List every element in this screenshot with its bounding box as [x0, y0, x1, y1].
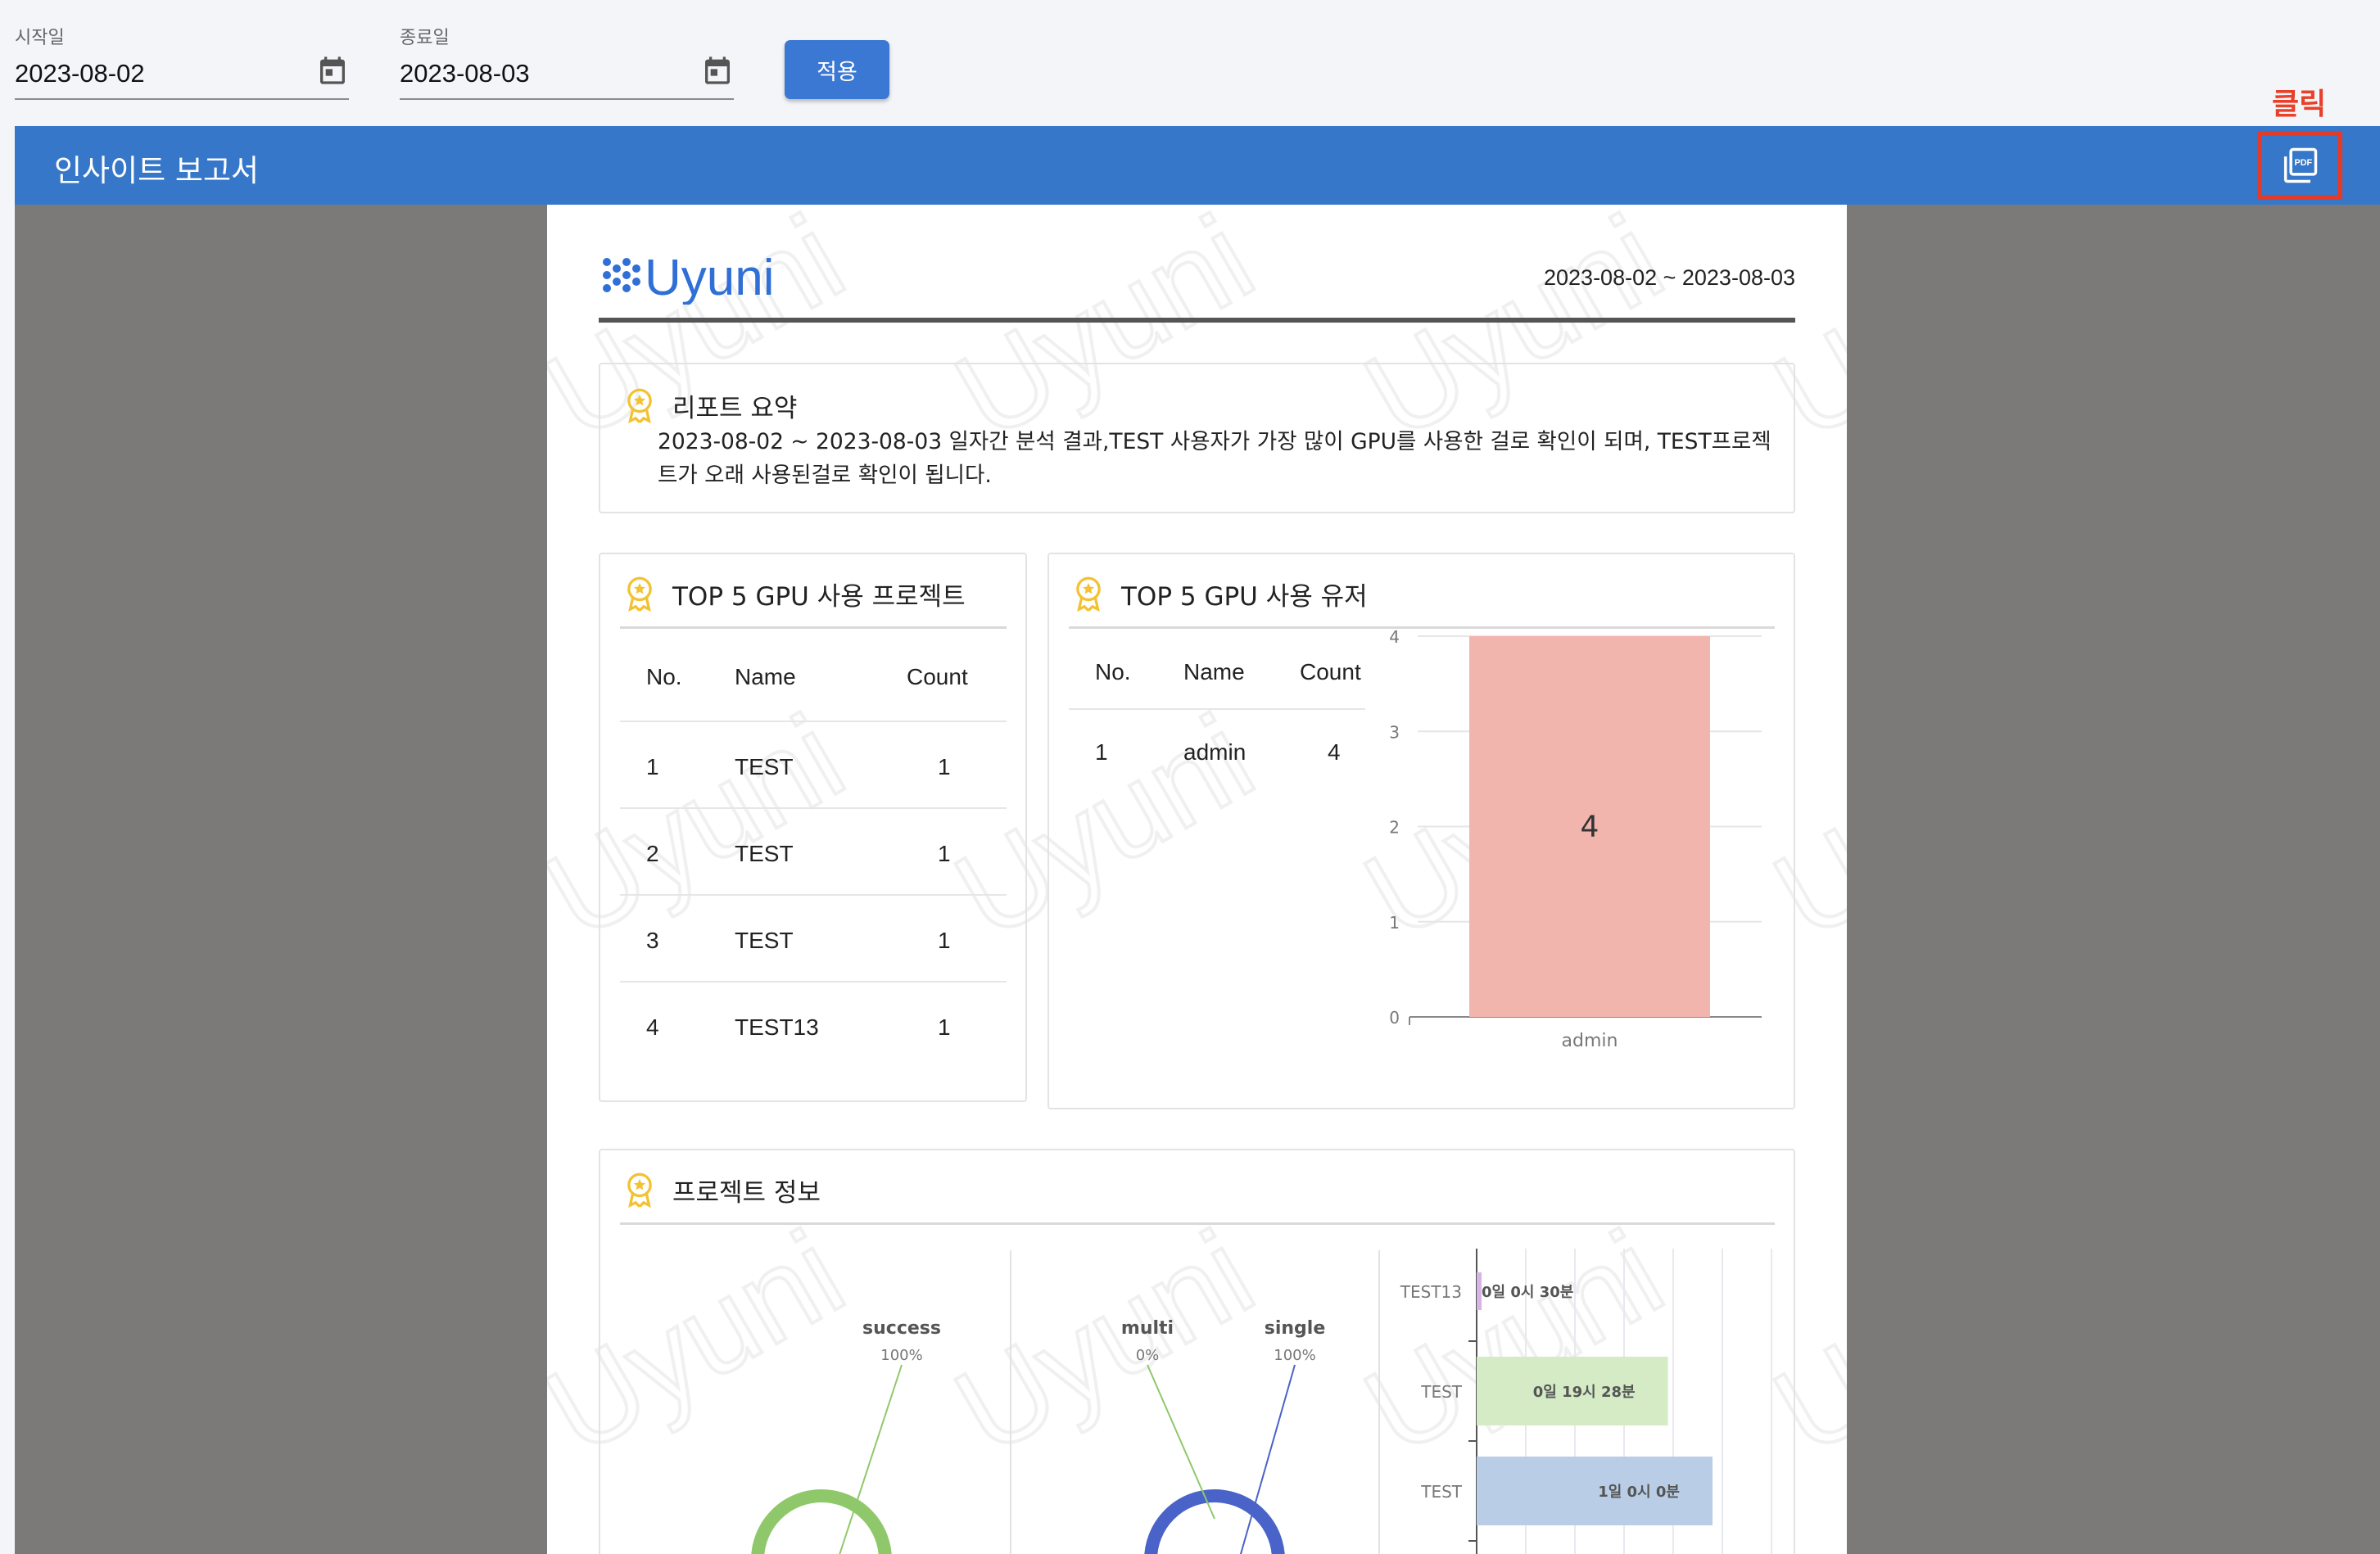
column-header-count: Count — [907, 664, 968, 689]
calendar-icon[interactable] — [701, 54, 734, 87]
uyuni-logo: Uyuni — [599, 247, 795, 309]
slice-success — [751, 1489, 892, 1554]
report-title: 인사이트 보고서 — [54, 153, 260, 188]
y-tick-label: 1 — [1389, 913, 1400, 933]
bar-data-label: 4 — [1581, 811, 1599, 844]
apply-button[interactable]: 적용 — [785, 40, 889, 99]
start-date-value[interactable]: 2023-08-02 — [15, 59, 145, 88]
logo-text: Uyuni — [645, 250, 775, 305]
y-tick-label: 4 — [1389, 628, 1400, 647]
card-divider — [620, 626, 1007, 629]
table-cell-count: 1 — [938, 754, 951, 779]
report-page: Uyuni Uyuni Uyuni Uyuni Uyuni Uyuni Uyuni Uyuni… — [547, 205, 1847, 1554]
column-header-count: Count — [1300, 659, 1361, 684]
start-date-label: 시작일 — [15, 27, 65, 47]
award-icon — [627, 1172, 652, 1208]
report-viewer[interactable]: Uyuni Uyuni Uyuni Uyuni Uyuni Uyuni Uyuni Uyuni… — [15, 205, 2380, 1554]
column-header-name: Name — [1183, 659, 1245, 684]
table-cell-no: 4 — [646, 1014, 659, 1040]
bar-data-label: 0일 19시 28분 — [1533, 1384, 1636, 1401]
column-header-no: No. — [646, 664, 682, 689]
table-cell-count: 1 — [938, 928, 951, 953]
award-icon — [627, 576, 652, 612]
row-divider — [1069, 708, 1365, 710]
date-filter-bar: 시작일 2023-08-02 종료일 2023-08-03 적용 클릭 — [0, 0, 2380, 126]
award-icon — [1076, 576, 1101, 612]
y-tick-label: 2 — [1389, 818, 1400, 838]
project-info-title: 프로젝트 정보 — [672, 1178, 821, 1208]
chart-divider — [1378, 1250, 1380, 1554]
leader-line — [1147, 1364, 1215, 1520]
summary-card: 리포트 요약 2023-08-02 ~ 2023-08-03 일자간 분석 결과… — [599, 363, 1795, 513]
user-bar-chart: 0 1 2 3 4 4 admin — [1389, 628, 1762, 1051]
pdf-download-button[interactable]: PDF — [2257, 131, 2342, 200]
y-tick-label: TEST13 — [1400, 1282, 1462, 1302]
click-annotation: 클릭 — [2272, 88, 2327, 121]
top-projects-title: TOP 5 GPU 사용 프로젝트 — [672, 582, 966, 612]
end-date-field[interactable]: 종료일 2023-08-03 — [400, 18, 734, 100]
end-date-value[interactable]: 2023-08-03 — [400, 59, 530, 88]
project-info-card: 프로젝트 정보 success 100% multi 0% single 100% TE… — [599, 1149, 1795, 1554]
x-tick-label: admin — [1562, 1031, 1618, 1051]
column-header-no: No. — [1095, 659, 1131, 684]
logo-mark-icon — [603, 258, 640, 292]
table-cell-no: 1 — [646, 754, 659, 779]
chart-divider — [1010, 1250, 1011, 1554]
table-cell-count: 1 — [938, 1014, 951, 1040]
report-header-bar: 인사이트 보고서 PDF — [15, 126, 2380, 205]
summary-text: 2023-08-02 ~ 2023-08-03 일자간 분석 결과,TEST 사… — [658, 429, 1771, 488]
bar-data-label: 1일 0시 0분 — [1598, 1484, 1680, 1501]
row-divider — [620, 721, 1007, 722]
header-divider — [599, 318, 1795, 323]
slice-label: multi — [1121, 1318, 1174, 1339]
top-projects-card: TOP 5 GPU 사용 프로젝트 No. Name Count 1 TEST … — [599, 553, 1027, 1102]
slice-label: single — [1265, 1318, 1326, 1339]
end-date-label: 종료일 — [400, 27, 450, 47]
row-divider — [620, 807, 1007, 809]
status-donut-chart: success 100% — [751, 1318, 941, 1554]
top-users-title: TOP 5 GPU 사용 유저 — [1121, 582, 1368, 612]
row-divider — [620, 981, 1007, 983]
row-divider — [620, 894, 1007, 896]
y-tick-label: 0 — [1389, 1008, 1400, 1028]
gpu-type-donut-chart: multi 0% single 100% — [1121, 1318, 1326, 1554]
slice-percent-label: 100% — [880, 1347, 922, 1364]
slice-label: success — [862, 1318, 941, 1339]
table-cell-count: 1 — [938, 841, 951, 866]
award-icon — [627, 388, 652, 424]
top-users-card: TOP 5 GPU 사용 유저 No. Name Count 1 admin 4… — [1047, 553, 1795, 1109]
table-cell-name: admin — [1183, 739, 1247, 765]
table-cell-name: TEST — [735, 928, 794, 953]
slice-percent-label: 100% — [1274, 1347, 1315, 1364]
summary-title: 리포트 요약 — [672, 394, 798, 423]
table-cell-name: TEST — [735, 754, 794, 779]
calendar-icon[interactable] — [316, 54, 349, 87]
table-cell-count: 4 — [1328, 739, 1341, 765]
bar-data-label: 0일 0시 30분 — [1482, 1284, 1573, 1301]
report-period: 2023-08-02 ~ 2023-08-03 — [1544, 265, 1795, 290]
table-cell-no: 1 — [1095, 739, 1108, 765]
start-date-field[interactable]: 시작일 2023-08-02 — [15, 18, 349, 100]
table-cell-no: 2 — [646, 841, 659, 866]
y-tick-label: 3 — [1389, 722, 1400, 742]
table-cell-name: TEST — [735, 841, 794, 866]
slice-single — [1144, 1489, 1285, 1554]
pdf-icon: PDF — [2283, 147, 2318, 183]
y-tick-label: TEST — [1420, 1382, 1463, 1402]
card-divider — [620, 1222, 1775, 1225]
table-cell-name: TEST13 — [735, 1014, 819, 1040]
pdf-icon-text: PDF — [2294, 158, 2312, 168]
column-header-name: Name — [735, 664, 796, 689]
slice-percent-label: 0% — [1136, 1347, 1160, 1364]
table-cell-no: 3 — [646, 928, 659, 953]
y-tick-label: TEST — [1420, 1482, 1463, 1502]
usage-time-bar-chart: TEST13 0일 0시 30분 TEST 0일 19시 28분 TEST 1일 0시 0… — [1400, 1249, 1772, 1554]
